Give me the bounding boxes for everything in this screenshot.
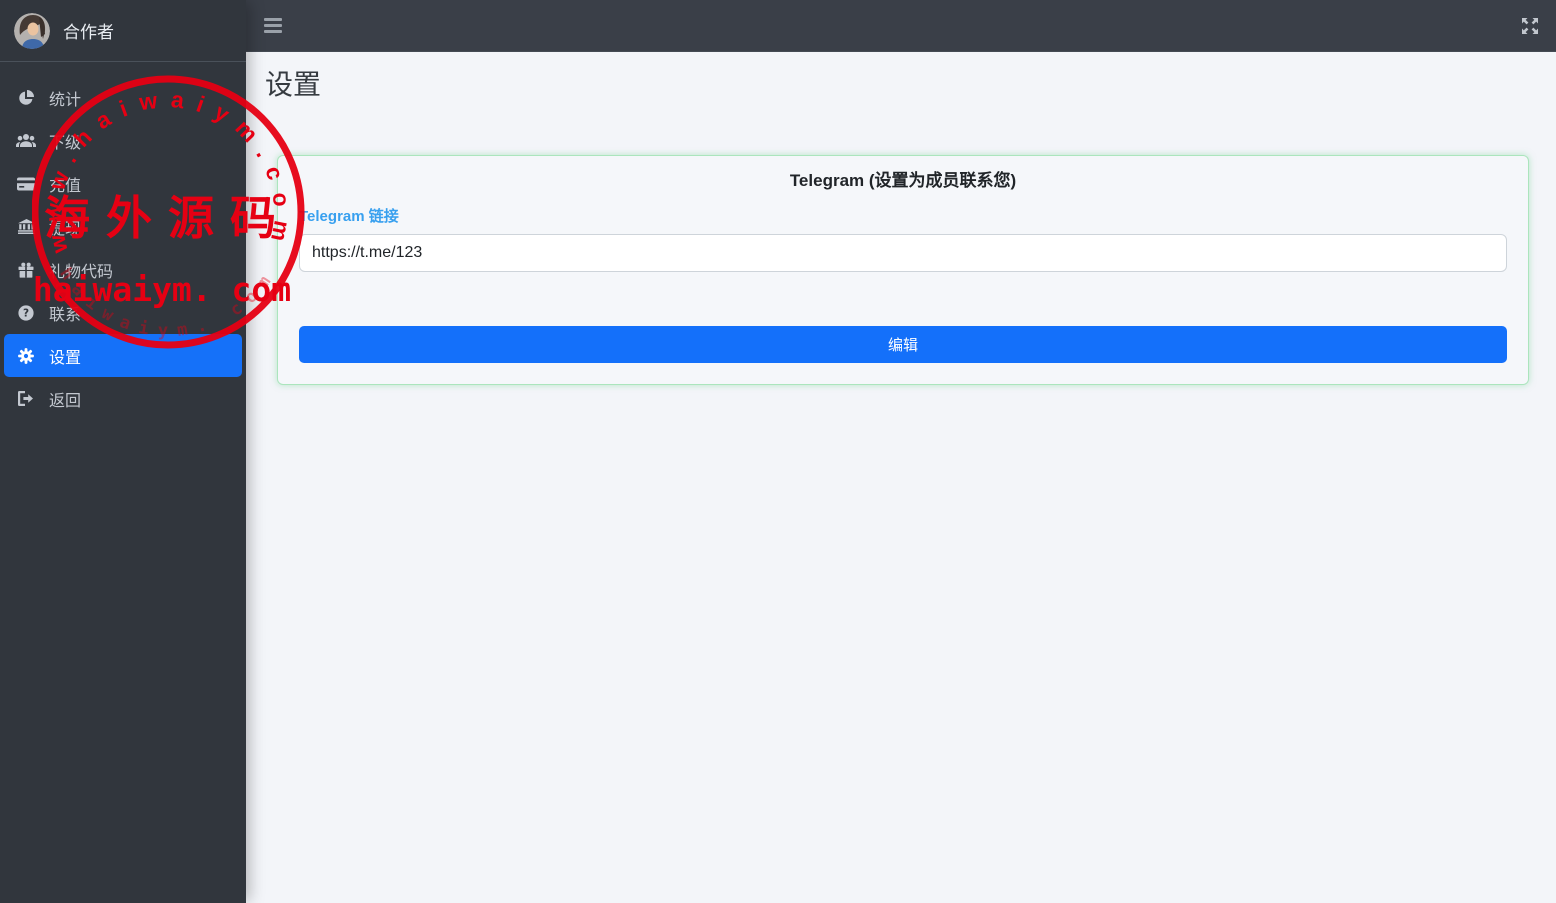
sidebar-item-subordinates[interactable]: 下级 [4, 119, 242, 162]
sidebar-item-label: 统计 [49, 91, 82, 109]
hamburger-icon[interactable] [264, 16, 282, 36]
bank-icon [14, 219, 38, 234]
sidebar-item-label: 礼物代码 [49, 263, 114, 281]
sidebar-item-label: 提现 [49, 220, 82, 238]
telegram-link-label: Telegram 链接 [299, 208, 399, 225]
sidebar-item-stats[interactable]: 统计 [4, 76, 242, 119]
avatar [14, 12, 50, 49]
sidebar-nav: 统计 下级 充值 提现 礼物代码 ? 联系 设置 返回 [0, 62, 246, 420]
gear-icon [14, 347, 38, 364]
sidebar-item-contact[interactable]: ? 联系 [4, 291, 242, 334]
sidebar-item-withdraw[interactable]: 提现 [4, 205, 242, 248]
sidebar-item-settings[interactable]: 设置 [4, 334, 242, 377]
page-title: 设置 [265, 69, 322, 100]
question-circle-icon: ? [14, 304, 38, 321]
card-header: Telegram (设置为成员联系您) [789, 171, 1017, 190]
sidebar-item-label: 下级 [49, 134, 82, 152]
sidebar-item-label: 设置 [49, 349, 82, 367]
credit-card-icon [14, 177, 38, 191]
pie-chart-icon [14, 89, 38, 106]
users-icon [14, 133, 38, 148]
fullscreen-expand-icon[interactable] [1522, 17, 1538, 34]
sidebar-item-label: 联系 [49, 306, 82, 324]
gift-icon [14, 262, 38, 278]
topbar [246, 0, 1556, 52]
sign-out-icon [14, 391, 38, 406]
sidebar-item-label: 充值 [49, 177, 82, 195]
svg-text:?: ? [23, 307, 29, 319]
telegram-link-input[interactable] [299, 234, 1507, 272]
main-content: 设置 Telegram (设置为成员联系您) Telegram 链接 编辑 [246, 52, 1556, 903]
sidebar-item-back[interactable]: 返回 [4, 377, 242, 420]
user-name: 合作者 [63, 23, 114, 42]
sidebar-item-recharge[interactable]: 充值 [4, 162, 242, 205]
sidebar-item-gift-code[interactable]: 礼物代码 [4, 248, 242, 291]
sidebar: 合作者 统计 下级 充值 提现 礼物代码 ? 联系 设置 返回 [0, 0, 246, 903]
edit-button[interactable]: 编辑 [299, 326, 1507, 363]
telegram-settings-card: Telegram (设置为成员联系您) Telegram 链接 编辑 [277, 155, 1529, 385]
sidebar-item-label: 返回 [49, 392, 82, 410]
user-panel[interactable]: 合作者 [0, 0, 246, 62]
